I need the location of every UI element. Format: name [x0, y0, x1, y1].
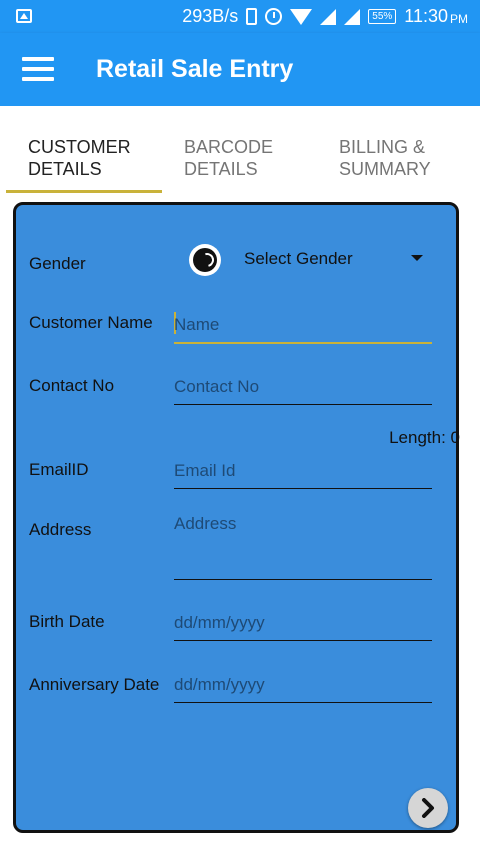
battery-icon: 55%: [368, 9, 397, 24]
signal-icon: [344, 8, 361, 25]
active-tab-indicator: [6, 190, 162, 193]
status-bar: 293B/s 55% 11:30 PM: [0, 0, 480, 33]
birth-date-input[interactable]: [174, 606, 432, 640]
gender-select[interactable]: Select Gender: [244, 249, 429, 273]
battery-level: 55%: [372, 11, 393, 22]
tab-label-line2: DETAILS: [28, 159, 102, 179]
image-icon: [16, 9, 32, 23]
tab-billing-summary[interactable]: BILLING & SUMMARY: [339, 136, 431, 180]
anniversary-date-label: Anniversary Date: [29, 675, 160, 694]
tab-label-line1: BARCODE: [184, 137, 274, 157]
contact-no-field: [174, 370, 432, 405]
tab-label-line2: SUMMARY: [339, 159, 431, 179]
network-speed: 293B/s: [182, 6, 239, 26]
clock-time: 11:30: [404, 6, 448, 26]
customer-name-label: Customer Name: [29, 313, 153, 332]
contact-length-counter: Length: 0: [389, 428, 460, 447]
tab-bar: CUSTOMER DETAILS BARCODE DETAILS BILLING…: [0, 106, 480, 194]
tab-label-line1: BILLING &: [339, 137, 426, 157]
tab-barcode-details[interactable]: BARCODE DETAILS: [184, 136, 273, 180]
chevron-right-icon: [422, 798, 434, 818]
next-button[interactable]: [408, 788, 448, 828]
gender-select-value: Select Gender: [244, 249, 353, 268]
tab-customer-details[interactable]: CUSTOMER DETAILS: [28, 136, 131, 180]
customer-name-field: [174, 308, 432, 344]
page-title: Retail Sale Entry: [96, 55, 294, 83]
birth-date-field: [174, 606, 432, 641]
email-input[interactable]: [174, 454, 432, 488]
signal-icon: [320, 8, 337, 25]
tab-label-line1: CUSTOMER: [28, 137, 131, 157]
contact-no-label: Contact No: [29, 376, 115, 395]
tab-label-line2: DETAILS: [184, 159, 258, 179]
address-field: [174, 512, 432, 581]
hamburger-menu-icon[interactable]: [22, 57, 54, 81]
clock-ampm: PM: [450, 11, 468, 26]
birth-date-label: Birth Date: [29, 612, 105, 631]
email-field: [174, 454, 432, 489]
phone-icon: [246, 8, 258, 25]
gender-symbol-icon: [189, 244, 221, 276]
contact-no-input[interactable]: [174, 370, 432, 404]
chevron-down-icon: [411, 255, 423, 261]
address-label: Address: [29, 520, 92, 539]
gender-label: Gender: [29, 254, 86, 273]
anniversary-date-input[interactable]: [174, 668, 432, 702]
alarm-icon: [265, 8, 283, 25]
address-input[interactable]: [174, 512, 432, 581]
app-bar: Retail Sale Entry: [0, 33, 480, 106]
wifi-icon: [290, 8, 313, 25]
customer-name-input[interactable]: [174, 308, 432, 342]
email-label: EmailID: [29, 460, 89, 479]
anniversary-date-field: [174, 668, 432, 703]
